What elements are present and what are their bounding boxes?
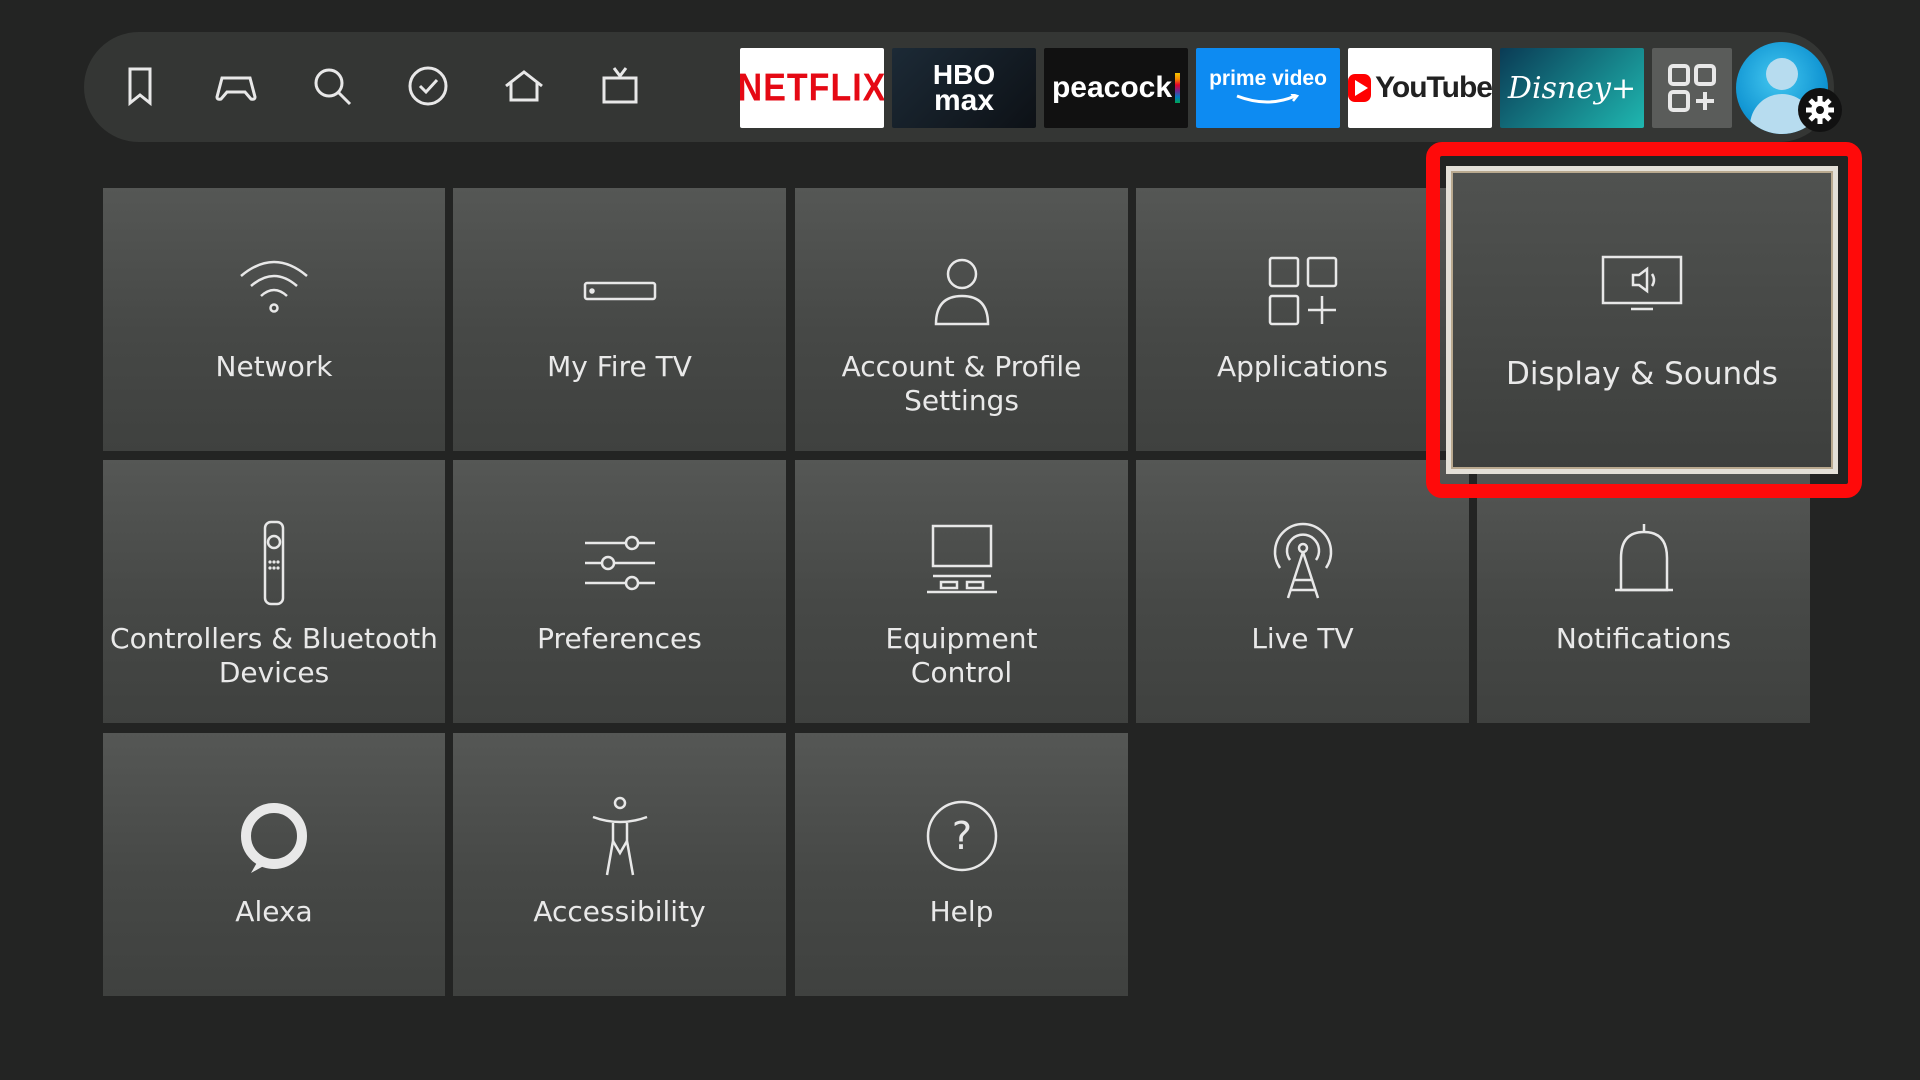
peacock-logo-text: peacock: [1051, 71, 1173, 104]
prime-video-app-tile[interactable]: prime video: [1196, 48, 1340, 128]
remote-control-icon: [229, 518, 319, 608]
netflix-app-tile[interactable]: NETFLIX: [740, 48, 884, 128]
network-label: Network: [215, 350, 333, 383]
alexa-tile[interactable]: Alexa: [103, 733, 445, 996]
my-fire-tv-tile[interactable]: My Fire TV: [453, 188, 786, 451]
live-tv-tile[interactable]: Live TV: [1136, 460, 1469, 723]
live-tv-icon[interactable]: [596, 62, 644, 110]
accessibility-label: Accessibility: [533, 895, 706, 928]
home-icon[interactable]: [500, 62, 548, 110]
disney-plus-logo-text: Disney+: [1507, 70, 1637, 106]
avatar-head: [1766, 58, 1798, 90]
help-tile[interactable]: ? Help: [795, 733, 1128, 996]
person-icon: [917, 246, 1007, 336]
preferences-tile[interactable]: Preferences: [453, 460, 786, 723]
controllers-bluetooth-label: Controllers & Bluetooth Devices: [110, 622, 438, 689]
prime-video-logo-text: prime video: [1209, 66, 1327, 90]
peacock-dots-icon: [1175, 73, 1181, 103]
prime-smile-icon: [1236, 92, 1300, 103]
hbo-max-app-tile[interactable]: HBO max: [892, 48, 1036, 128]
account-profile-settings-label: Account & Profile Settings: [841, 350, 1082, 417]
max-logo-text: max: [933, 84, 995, 117]
alexa-ring-icon: [229, 791, 319, 881]
notifications-label: Notifications: [1555, 622, 1732, 655]
bell-icon: [1599, 518, 1689, 608]
tv-equipment-icon: [917, 518, 1007, 608]
display-speaker-icon: [1597, 241, 1687, 331]
equipment-control-label: Equipment Control: [885, 622, 1038, 689]
account-profile-settings-tile[interactable]: Account & Profile Settings: [795, 188, 1128, 451]
disney-plus-app-tile[interactable]: Disney+: [1500, 48, 1644, 128]
network-tile[interactable]: Network: [103, 188, 445, 451]
settings-gear-icon[interactable]: [1798, 88, 1842, 132]
equipment-control-tile[interactable]: Equipment Control: [795, 460, 1128, 723]
check-circle-icon[interactable]: [404, 62, 452, 110]
fire-tv-stick-icon: [575, 246, 665, 336]
alexa-label: Alexa: [235, 895, 313, 928]
applications-tile[interactable]: Applications: [1136, 188, 1469, 451]
youtube-logo-text: YouTube: [1375, 71, 1492, 104]
display-sounds-label: Display & Sounds: [1506, 356, 1778, 392]
applications-label: Applications: [1216, 350, 1389, 383]
notifications-tile[interactable]: Notifications: [1477, 460, 1810, 723]
applications-grid-icon: [1258, 246, 1348, 336]
help-label: Help: [929, 895, 994, 928]
apps-grid-icon: [1668, 64, 1716, 112]
help-question-icon: ?: [917, 791, 1007, 881]
accessibility-person-icon: [575, 791, 665, 881]
all-apps-button[interactable]: [1652, 48, 1732, 128]
netflix-logo-text: NETFLIX: [740, 65, 884, 110]
wifi-icon: [229, 246, 319, 336]
antenna-icon: [1258, 518, 1348, 608]
peacock-app-tile[interactable]: peacock: [1044, 48, 1188, 128]
sliders-icon: [575, 518, 665, 608]
search-icon[interactable]: [308, 62, 356, 110]
my-fire-tv-label: My Fire TV: [547, 350, 692, 383]
svg-text:?: ?: [951, 814, 971, 858]
display-sounds-tile[interactable]: Display & Sounds: [1446, 166, 1838, 474]
youtube-play-icon: [1348, 74, 1372, 102]
youtube-app-tile[interactable]: YouTube: [1348, 48, 1492, 128]
accessibility-tile[interactable]: Accessibility: [453, 733, 786, 996]
live-tv-label: Live TV: [1251, 622, 1354, 655]
preferences-label: Preferences: [537, 622, 702, 655]
controllers-bluetooth-tile[interactable]: Controllers & Bluetooth Devices: [103, 460, 445, 723]
bookmark-icon[interactable]: [116, 62, 164, 110]
gamepad-icon[interactable]: [212, 62, 260, 110]
